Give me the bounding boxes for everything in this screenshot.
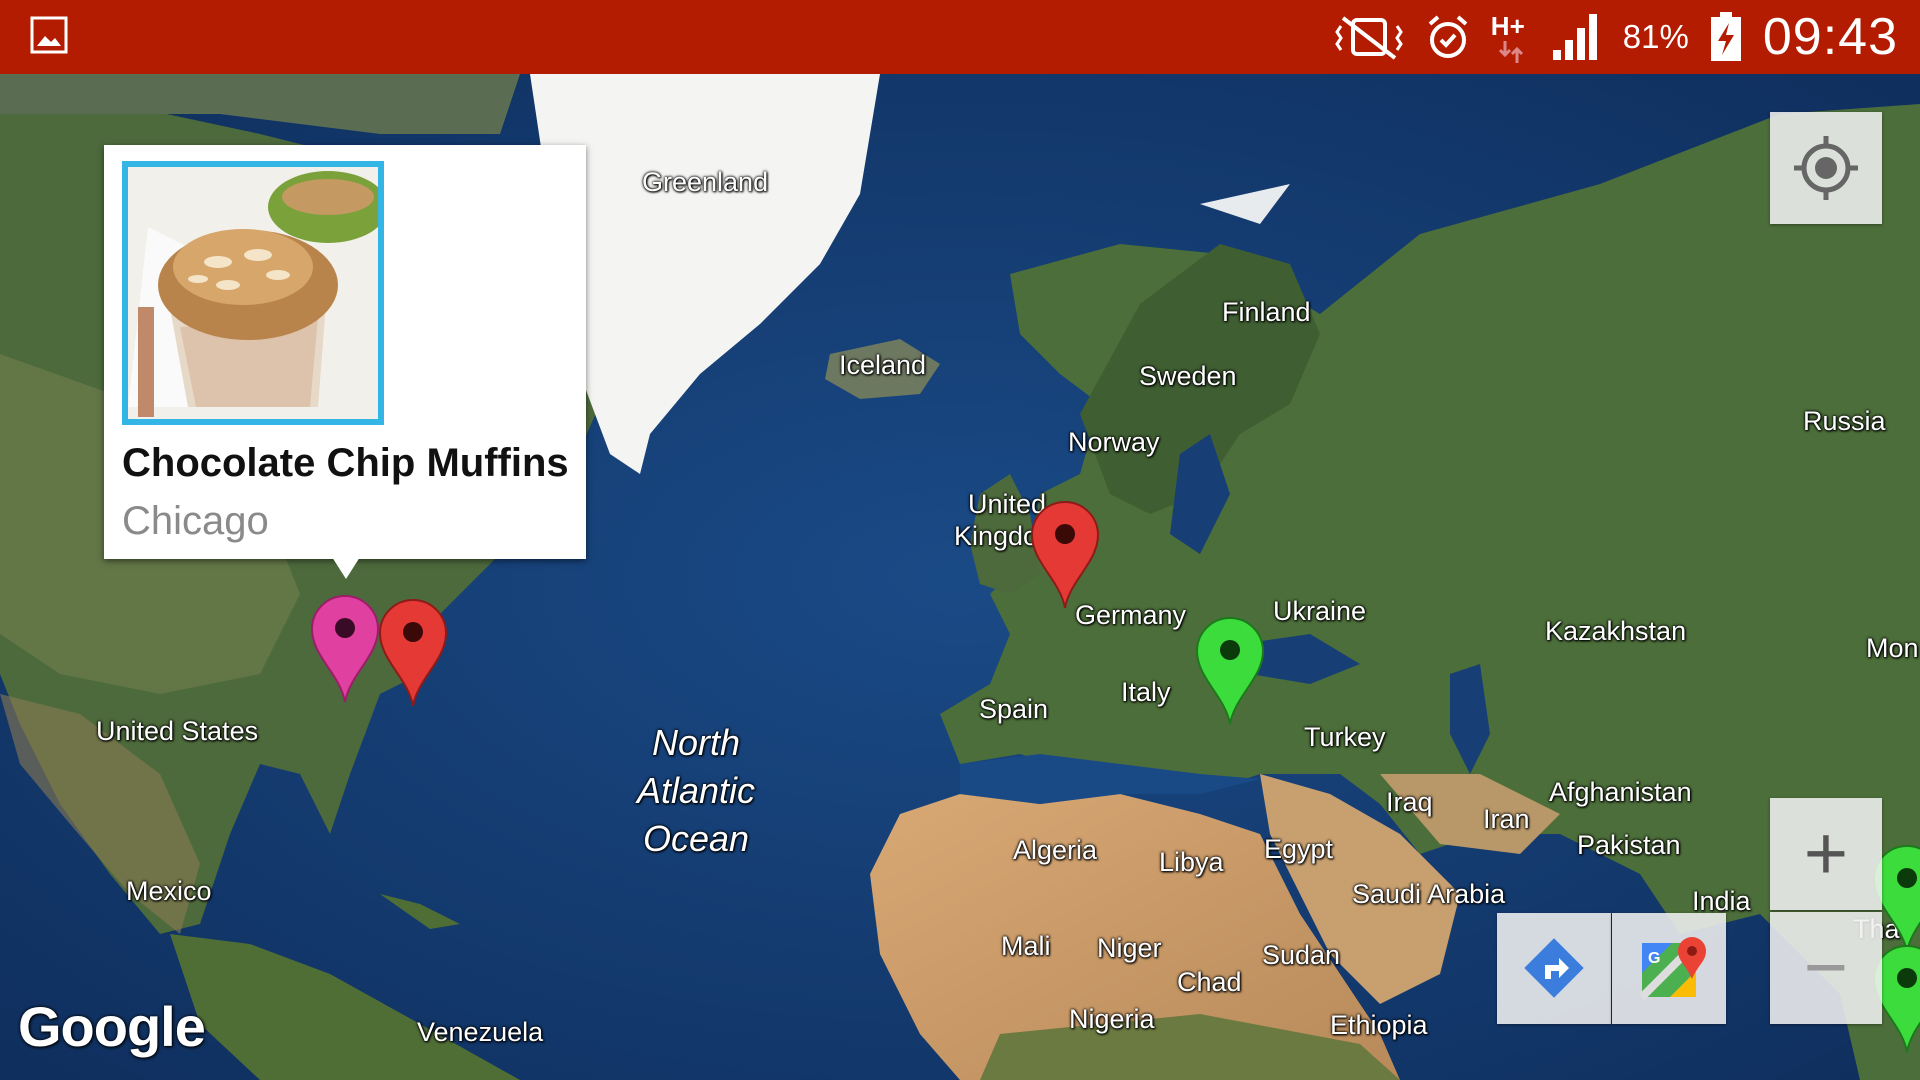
zoom-out-button[interactable]: − [1770,912,1882,1024]
map-marker-balkans[interactable] [1195,616,1265,726]
label-ukraine: Ukraine [1273,596,1367,626]
battery-charging-icon [1710,12,1741,61]
marker-info-window[interactable]: Chocolate Chip Muffins Chicago [104,145,586,579]
my-location-button[interactable] [1770,112,1882,224]
clock: 09:43 [1762,8,1898,66]
vibrate-mute-icon [1334,16,1403,60]
network-hplus-icon: H+ [1491,9,1531,65]
label-sweden: Sweden [1139,361,1237,391]
ocean-line1: North [651,722,741,763]
info-window-pointer [332,557,360,579]
label-pakistan: Pakistan [1577,830,1681,860]
label-north-atlantic-ocean: North Atlantic Ocean [626,719,766,863]
label-greenland: Greenland [642,167,769,197]
label-mexico: Mexico [126,876,212,906]
zoom-out-label: − [1803,925,1849,1010]
map-marker-east-us[interactable] [378,598,448,708]
open-in-google-maps-button[interactable]: G [1612,913,1726,1024]
signal-icon [1552,14,1597,60]
google-logo: Google [18,995,206,1058]
label-saudi-arabia: Saudi Arabia [1352,879,1506,909]
label-spain: Spain [979,694,1049,724]
directions-button[interactable] [1497,913,1611,1024]
label-iceland: Iceland [839,350,927,380]
info-window-subtitle: Chicago [122,499,269,543]
label-iran: Iran [1483,804,1530,834]
label-turkey: Turkey [1304,722,1386,752]
google-maps-icon: G [1639,937,1706,1000]
label-italy: Italy [1121,677,1171,707]
alarm-icon [1428,15,1468,58]
image-notification-icon [30,16,68,54]
label-united-states: United States [96,716,259,746]
label-niger: Niger [1097,933,1162,963]
label-algeria: Algeria [1013,835,1098,865]
battery-percent: 81% [1622,18,1689,55]
status-bar: H+ 81% 09:43 [0,0,1920,74]
label-ethiopia: Ethiopia [1330,1010,1428,1040]
label-chad: Chad [1177,967,1242,997]
label-russia: Russia [1803,406,1886,436]
label-iraq: Iraq [1386,787,1433,817]
label-kazakhstan: Kazakhstan [1545,616,1687,646]
directions-icon [1524,938,1584,998]
ocean-line3: Ocean [642,818,750,859]
recipe-photo [122,161,384,425]
label-libya: Libya [1159,847,1224,877]
label-afghanistan: Afghanistan [1549,777,1692,807]
ocean-line2: Atlantic [636,770,756,811]
label-mali: Mali [1001,931,1051,961]
map-marker-chicago[interactable] [310,594,380,704]
svg-text:G: G [1648,950,1660,967]
label-venezuela: Venezuela [417,1017,544,1047]
info-window-title: Chocolate Chip Muffins [122,441,569,485]
label-nigeria: Nigeria [1069,1004,1155,1034]
muffin-image [128,167,378,419]
label-norway: Norway [1068,427,1160,457]
zoom-in-button[interactable]: + [1770,798,1882,910]
label-sudan: Sudan [1262,940,1341,970]
my-location-icon [1794,136,1858,200]
label-mongolia: Mon [1866,633,1919,663]
zoom-in-label: + [1803,811,1849,896]
map-marker-london[interactable] [1030,500,1100,610]
label-egypt: Egypt [1264,834,1334,864]
map-view[interactable]: Greenland Iceland Finland Sweden Norway … [0,74,1920,1080]
label-finland: Finland [1222,297,1311,327]
